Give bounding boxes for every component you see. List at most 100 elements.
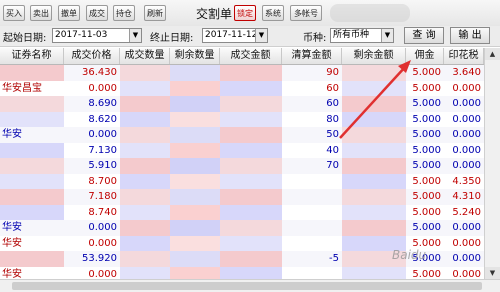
- currency-select[interactable]: 所有币种 ▼: [330, 28, 394, 43]
- cell-qty: [120, 189, 170, 205]
- col-quantity[interactable]: 成交数量: [120, 48, 170, 64]
- cell-clear_tail: 60: [326, 98, 339, 109]
- cell-amount: [220, 189, 282, 205]
- cell-price: 7.130: [88, 144, 117, 156]
- table-row[interactable]: 8.700 5.000 4.350: [0, 173, 484, 190]
- cell-qty: [120, 65, 170, 81]
- cell-clear_tail: 80: [326, 113, 339, 125]
- chevron-down-icon[interactable]: ▼: [129, 29, 141, 42]
- buy-button[interactable]: 买入: [3, 5, 25, 21]
- cell-remamt: [342, 111, 406, 127]
- cell-rem: [170, 111, 220, 127]
- table-row[interactable]: 华安 0.000 5.000 0.000: [0, 220, 484, 236]
- cell-clear_tail: 90: [326, 67, 339, 78]
- multi-account-button[interactable]: 多帐号: [290, 5, 322, 21]
- cell-clear_tail: [282, 174, 342, 190]
- table-row[interactable]: 8.620 80 5.000 0.000: [0, 111, 484, 127]
- cancel-order-button[interactable]: 撤单: [58, 5, 80, 21]
- currency-label: 币种:: [303, 33, 327, 44]
- cell-qty: [120, 235, 170, 251]
- cell-rem: [170, 80, 220, 96]
- cell-name: 华安: [2, 237, 22, 249]
- table-row[interactable]: 7.180 5.000 4.310: [0, 189, 484, 205]
- cell-remamt: [342, 204, 406, 220]
- scroll-up-icon[interactable]: ▲: [485, 48, 500, 60]
- positions-button[interactable]: 持仓: [113, 5, 135, 21]
- cell-remamt: [342, 158, 406, 174]
- lock-button[interactable]: 锁定: [234, 5, 256, 21]
- query-button[interactable]: 查 询: [404, 27, 444, 44]
- cell-price: 8.690: [88, 98, 117, 109]
- export-button[interactable]: 输 出: [450, 27, 490, 44]
- cell-remamt: [342, 220, 406, 236]
- start-date-value: 2017-11-03: [55, 30, 108, 40]
- cell-qty: [120, 127, 170, 143]
- end-date-field[interactable]: 2017-11-12 ▼: [202, 28, 268, 43]
- cell-rem: [170, 65, 220, 81]
- cell-name: [0, 65, 64, 81]
- cell-name: 华安: [2, 222, 22, 233]
- chevron-down-icon[interactable]: ▼: [381, 29, 393, 42]
- cell-price: 5.910: [88, 160, 117, 171]
- cell-rem: [170, 158, 220, 174]
- cell-name: [0, 111, 64, 127]
- table-row[interactable]: 8.690 60 5.000 0.000: [0, 96, 484, 112]
- vertical-scrollbar[interactable]: ▲ ▼: [484, 48, 500, 279]
- start-date-field[interactable]: 2017-11-03 ▼: [52, 28, 142, 43]
- cell-clear_tail: [282, 205, 342, 221]
- table-row[interactable]: 华安昌宝 0.000 60 5.000 0.000: [0, 80, 484, 96]
- horizontal-scrollbar[interactable]: [0, 279, 500, 292]
- cell-qty: [120, 96, 170, 112]
- cell-qty: [120, 204, 170, 220]
- cell-amount: [220, 111, 282, 127]
- blurred-account-info: [330, 4, 410, 22]
- scroll-down-icon[interactable]: ▼: [485, 267, 500, 279]
- col-remaining-amount[interactable]: 剩余金额: [342, 48, 406, 64]
- end-date-value: 2017-11-12: [205, 30, 258, 40]
- col-stamp-duty[interactable]: 印花税: [444, 48, 484, 64]
- table-row[interactable]: 7.130 40 5.000 0.000: [0, 142, 484, 158]
- cell-price: 53.920: [82, 253, 117, 264]
- table-row[interactable]: 36.430 90 5.000 3.640: [0, 65, 484, 81]
- cell-price: 36.430: [82, 67, 117, 78]
- refresh-button[interactable]: 刷新: [144, 5, 166, 21]
- page-title: 交割单: [196, 7, 233, 21]
- col-price[interactable]: 成交价格: [64, 48, 120, 64]
- table-row[interactable]: 5.910 70 5.000 0.000: [0, 158, 484, 174]
- cell-amount: [220, 220, 282, 236]
- system-button[interactable]: 系统: [262, 5, 284, 21]
- col-clearing-amount[interactable]: 清算金额: [282, 48, 342, 64]
- cell-commission: 5.000: [412, 67, 441, 78]
- cell-clear_tail: 60: [326, 82, 339, 94]
- col-amount[interactable]: 成交金额: [220, 48, 282, 64]
- cell-qty: [120, 142, 170, 158]
- cell-name: [0, 173, 64, 189]
- cell-qty: [120, 173, 170, 189]
- filled-orders-button[interactable]: 成交: [86, 5, 108, 21]
- sell-button[interactable]: 卖出: [30, 5, 52, 21]
- toolbar: 买入 卖出 撤单 成交 持仓 刷新 交割单 锁定 系统 多帐号: [0, 0, 500, 27]
- cell-rem: [170, 127, 220, 143]
- cell-name: 华安昌宝: [2, 82, 42, 94]
- cell-price: 8.700: [88, 175, 117, 187]
- cell-stamp: 0.000: [452, 113, 481, 125]
- cell-stamp: 0.000: [452, 144, 481, 156]
- cell-amount: [220, 142, 282, 158]
- col-commission[interactable]: 佣金: [406, 48, 444, 64]
- cell-rem: [170, 189, 220, 205]
- horizontal-scroll-thumb[interactable]: [12, 282, 482, 290]
- cell-commission: 5.000: [412, 222, 441, 233]
- cell-name: [0, 189, 64, 205]
- chevron-down-icon[interactable]: ▼: [255, 29, 267, 42]
- cell-clear_tail: 40: [326, 144, 339, 156]
- col-security-name[interactable]: 证券名称: [0, 48, 64, 64]
- table-row[interactable]: 8.740 5.000 5.240: [0, 204, 484, 221]
- cell-rem: [170, 204, 220, 220]
- cell-amount: [220, 204, 282, 220]
- table-row[interactable]: 华安 0.000 50 5.000 0.000: [0, 127, 484, 143]
- col-remaining-qty[interactable]: 剩余数量: [170, 48, 220, 64]
- cell-stamp: 0.000: [452, 160, 481, 171]
- cell-rem: [170, 220, 220, 236]
- cell-amount: [220, 96, 282, 112]
- cell-qty: [120, 251, 170, 267]
